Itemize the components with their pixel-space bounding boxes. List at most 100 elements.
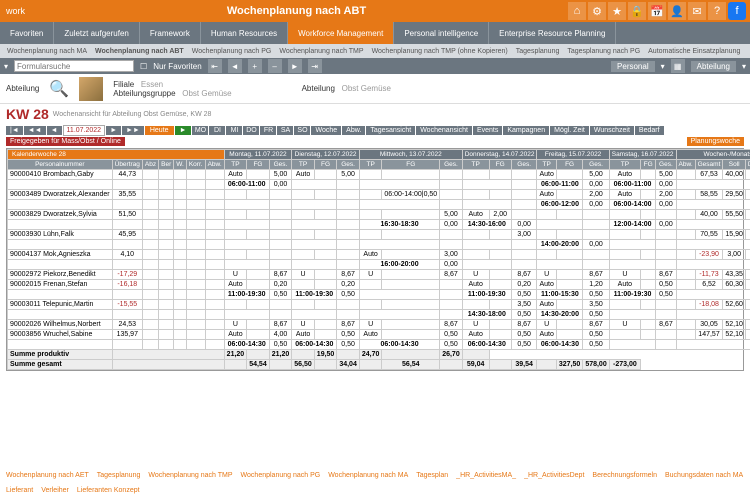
calendar-icon[interactable]: 📅 <box>648 2 666 20</box>
day-header: Donnerstag, 14.07.2022 <box>462 150 537 160</box>
menu-5[interactable]: Personal intelligence <box>394 22 489 44</box>
emp-name[interactable]: 90003930 Lühn,Falk <box>8 230 113 240</box>
fav-checkbox[interactable]: ☐ <box>140 62 147 71</box>
grid-icon[interactable]: ▦ <box>671 59 685 73</box>
emp-name[interactable]: 90002015 Frenan,Stefan <box>8 280 113 290</box>
sum-header: Wochen-/Monatssumme <box>676 150 750 160</box>
abt2-label: Abteilung <box>302 84 335 93</box>
nav-add[interactable]: + <box>248 59 262 73</box>
sum-row: Summe produktiv <box>8 350 113 360</box>
footer-link[interactable]: Tagesplanung <box>97 472 141 479</box>
day-header: Samstag, 16.07.2022 <box>609 150 676 160</box>
footer-link[interactable]: Lieferanten Konzept <box>77 487 140 494</box>
date-input[interactable]: 11.07.2022 <box>63 125 106 136</box>
status-released: Freigegeben für Mass/Obst / Online <box>6 137 125 146</box>
menu-2[interactable]: Framework <box>140 22 201 44</box>
nav-prev[interactable]: ◄ <box>228 59 242 73</box>
lock-icon[interactable]: 🔒 <box>628 2 646 20</box>
home-icon[interactable]: ⌂ <box>568 2 586 20</box>
emp-name[interactable]: 90000410 Brombach,Gaby <box>8 170 113 180</box>
view-btn[interactable]: Wochenansicht <box>416 126 472 135</box>
help-icon[interactable]: ? <box>708 2 726 20</box>
filiale-value: Essen <box>141 80 163 89</box>
page-title: Wochenplanung nach ABT <box>25 5 568 17</box>
day-DI[interactable]: DI <box>209 126 225 135</box>
menu-6[interactable]: Enterprise Resource Planning <box>489 22 616 44</box>
tab-3[interactable]: Wochenplanung nach TMP <box>276 47 366 56</box>
app-name: work <box>0 6 25 16</box>
user-icon[interactable]: 👤 <box>668 2 686 20</box>
nav-btn[interactable]: |◄ <box>6 126 23 135</box>
nav-next[interactable]: ► <box>288 59 302 73</box>
facebook-icon[interactable]: f <box>728 2 746 20</box>
menu-1[interactable]: Zuletzt aufgerufen <box>54 22 139 44</box>
menu-3[interactable]: Human Resources <box>201 22 288 44</box>
emp-name[interactable]: 90003829 Dworatzek,Sylvia <box>8 210 113 220</box>
menu-0[interactable]: Favoriten <box>0 22 54 44</box>
mail-icon[interactable]: ✉ <box>688 2 706 20</box>
day-DO[interactable]: DO <box>243 126 259 135</box>
footer-link[interactable]: Wochenplanung nach PG <box>241 472 321 479</box>
footer-link[interactable]: Wochenplanung nach TMP <box>148 472 232 479</box>
nav-btn[interactable]: ◄◄ <box>24 126 46 135</box>
tab-2[interactable]: Wochenplanung nach PG <box>189 47 275 56</box>
drop-icon2[interactable]: ▾ <box>742 62 746 71</box>
footer-link[interactable]: Verleiher <box>41 487 69 494</box>
emp-name[interactable]: 90004137 Mok,Agnieszka <box>8 250 113 260</box>
dropdown-icon[interactable]: ▾ <box>4 62 8 71</box>
search-icon[interactable]: 🔍 <box>49 79 69 99</box>
personal-drop[interactable]: Personal <box>611 61 655 72</box>
view-btn[interactable]: Wunschzeit <box>590 126 634 135</box>
kw-header: Kalenderwoche 28 <box>8 150 225 160</box>
go-btn[interactable]: ► <box>175 126 192 135</box>
view-btn[interactable]: Bedarf <box>635 126 664 135</box>
today-btn[interactable]: Heute <box>145 126 174 135</box>
view-btn[interactable]: Tagesansicht <box>366 126 415 135</box>
day-SA[interactable]: SA <box>277 126 293 135</box>
tab-5[interactable]: Tagesplanung <box>513 47 563 56</box>
abt2-value: Obst Gemüse <box>342 84 391 93</box>
star-icon[interactable]: ★ <box>608 2 626 20</box>
emp-name[interactable]: 90002026 Wilhelmus,Norbert <box>8 320 113 330</box>
kw-sub: Wochenansicht für Abteilung Obst Gemüse,… <box>53 111 212 118</box>
view-btn[interactable]: Kampagnen <box>503 126 549 135</box>
footer-link[interactable]: Wochenplanung nach MA <box>328 472 408 479</box>
footer-link[interactable]: _HR_ActivitiesMA_ <box>456 472 516 479</box>
day-SO[interactable]: SO <box>294 126 310 135</box>
footer-link[interactable]: Tagesplan <box>416 472 448 479</box>
emp-name[interactable]: 90003011 Telepunic,Martin <box>8 300 113 310</box>
footer-link[interactable]: _HR_ActivitiesDept <box>524 472 584 479</box>
tab-4[interactable]: Wochenplanung nach TMP (ohne Kopieren) <box>369 47 511 56</box>
nav-btn[interactable]: ► <box>106 126 121 135</box>
footer-link[interactable]: Buchungsdaten nach MA <box>665 472 743 479</box>
nav-del[interactable]: – <box>268 59 282 73</box>
abteilung-drop[interactable]: Abteilung <box>691 61 736 72</box>
emp-name[interactable]: 90002972 Piekorz,Benedikt <box>8 270 113 280</box>
view-btn[interactable]: Mögl. Zeit <box>550 126 589 135</box>
emp-name[interactable]: 90003489 Dworatzek,Alexander <box>8 190 113 200</box>
emp-name[interactable]: 90003856 Wruchel,Sabine <box>8 330 113 340</box>
view-btn[interactable]: Abw. <box>342 126 365 135</box>
day-FR[interactable]: FR <box>260 126 276 135</box>
footer-link[interactable]: Wochenplanung nach AET <box>6 472 89 479</box>
view-btn[interactable]: Events <box>473 126 502 135</box>
view-btn[interactable]: Woche <box>311 126 341 135</box>
tab-7[interactable]: Automatische Einsatzplanung <box>645 47 743 56</box>
search-input[interactable] <box>14 60 134 72</box>
tab-6[interactable]: Tagesplanung nach PG <box>564 47 643 56</box>
nav-first[interactable]: ⇤ <box>208 59 222 73</box>
tab-0[interactable]: Wochenplanung nach MA <box>4 47 90 56</box>
nav-btn[interactable]: ►► <box>122 126 144 135</box>
day-MO[interactable]: MO <box>192 126 208 135</box>
nav-btn[interactable]: ◄ <box>47 126 62 135</box>
footer-link[interactable]: Berechnungsformeln <box>592 472 657 479</box>
footer-link[interactable]: Lieferant <box>6 487 33 494</box>
menu-4[interactable]: Workforce Management <box>288 22 394 44</box>
gear-icon[interactable]: ⚙ <box>588 2 606 20</box>
drop-icon[interactable]: ▾ <box>661 62 665 71</box>
nav-last[interactable]: ⇥ <box>308 59 322 73</box>
day-MI[interactable]: MI <box>226 126 242 135</box>
tab-1[interactable]: Wochenplanung nach ABT <box>92 47 187 56</box>
dept-image <box>79 77 103 101</box>
filiale-label: Filiale <box>113 80 134 89</box>
